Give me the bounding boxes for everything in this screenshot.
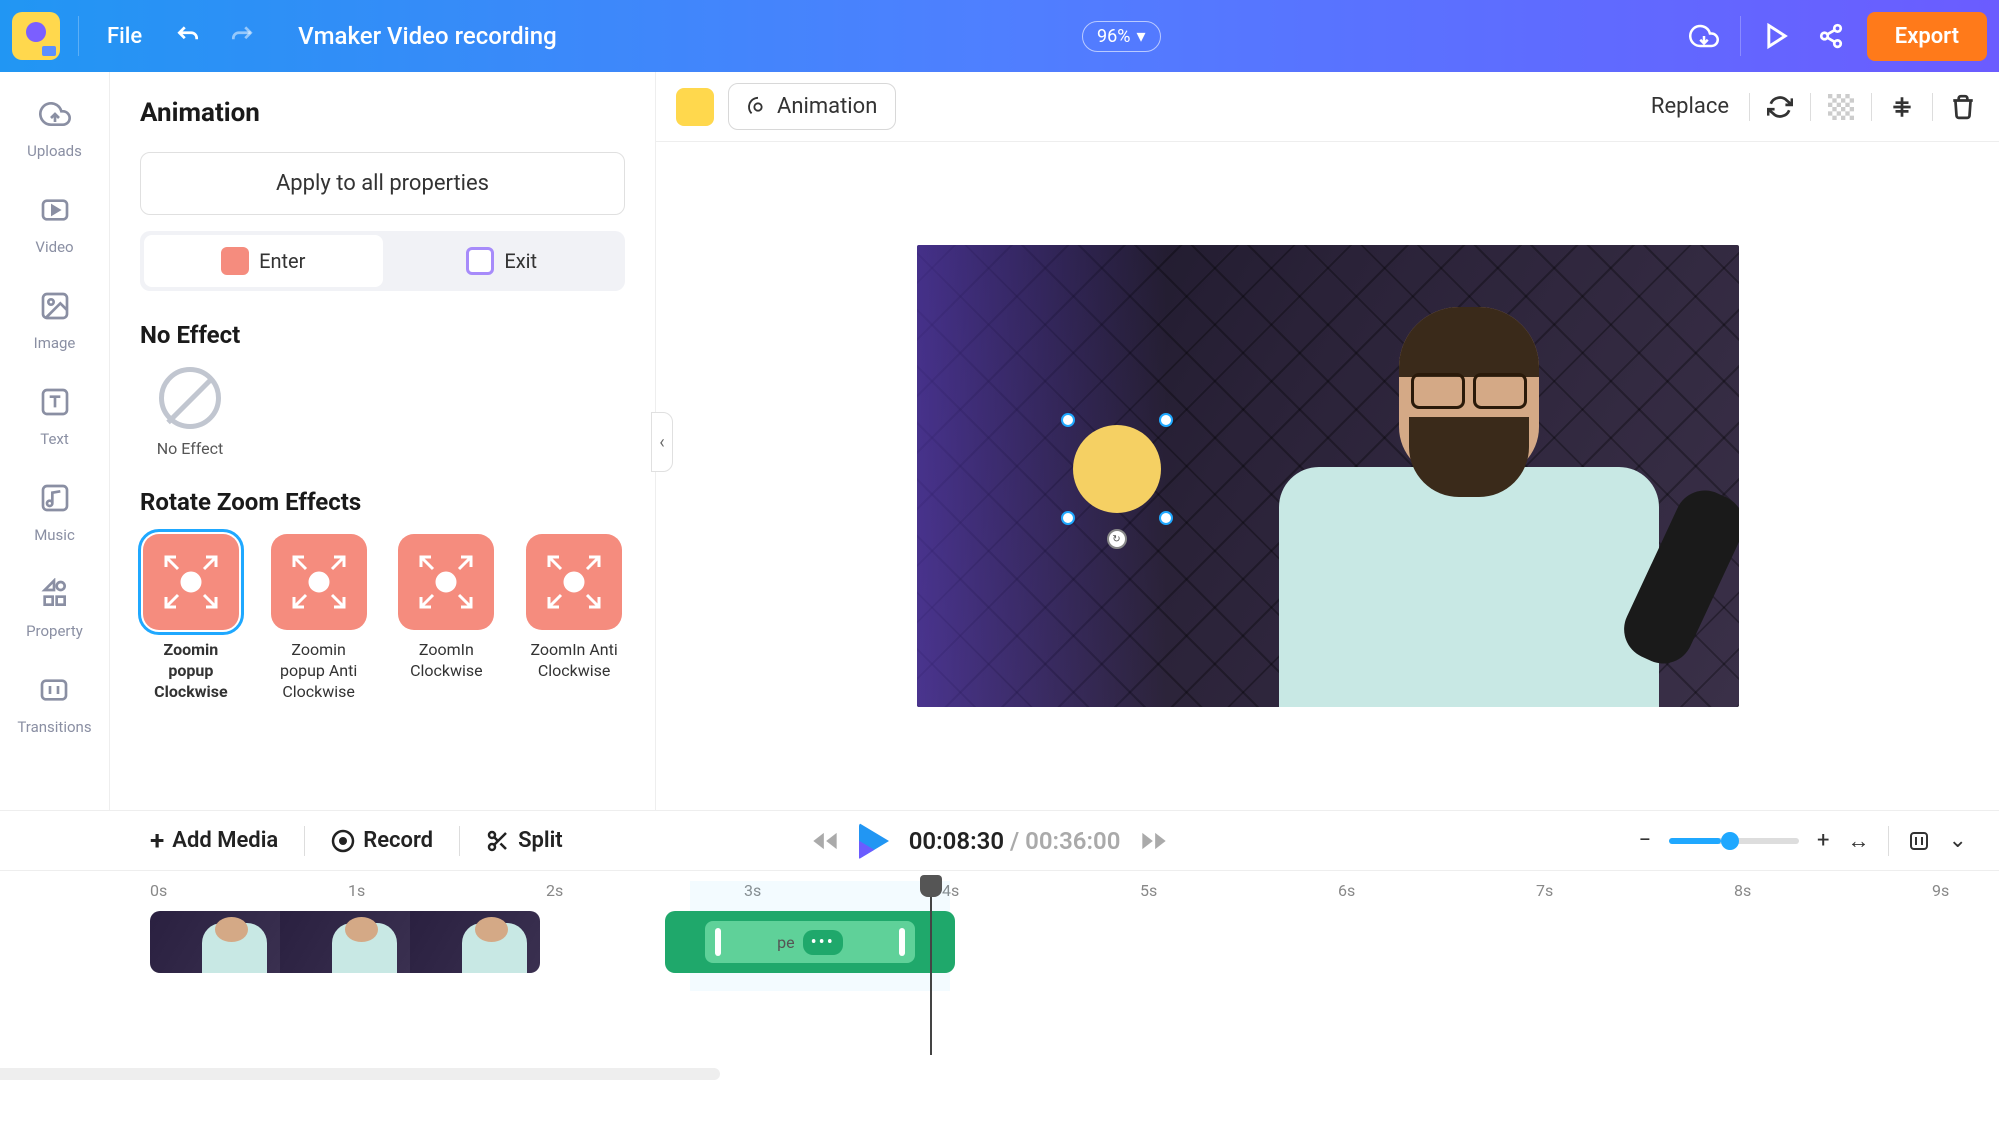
add-media-button[interactable]: + Add Media [150,826,278,856]
project-title[interactable]: Vmaker Video recording [298,22,557,50]
resize-handle-tr[interactable] [1159,413,1173,427]
skip-forward-icon[interactable] [1140,827,1168,855]
plus-icon: + [150,826,164,856]
split-button[interactable]: Split [486,828,563,853]
fill-color-swatch[interactable] [676,88,714,126]
timeline-settings-icon[interactable] [1907,829,1931,853]
no-effect-icon [159,367,221,429]
no-effect-option[interactable]: No Effect [140,367,240,458]
playhead[interactable] [930,875,932,1055]
enter-exit-toggle: Enter Exit [140,231,625,291]
chevron-down-icon[interactable]: ⌄ [1949,828,1967,853]
refresh-icon[interactable] [1764,91,1796,123]
canvas-area: Animation Replace [656,72,1999,810]
animation-panel: Animation Apply to all properties Enter … [110,72,656,810]
rotate-zoom-title: Rotate Zoom Effects [140,488,625,516]
playhead-grip[interactable] [920,875,942,897]
record-icon [331,829,355,853]
zoom-in-button[interactable]: + [1817,828,1829,853]
chevron-down-icon: ▾ [1136,26,1145,47]
nav-music[interactable]: Music [33,476,77,544]
effect-zoomin-popup-acw[interactable]: Zoomin popup Anti Clockwise [268,534,370,702]
apply-all-button[interactable]: Apply to all properties [140,152,625,215]
upload-icon [33,92,77,136]
enter-tab[interactable]: Enter [144,235,383,287]
effect-tile-icon [143,534,239,630]
nav-uploads[interactable]: Uploads [27,92,82,160]
redo-icon[interactable] [224,18,260,54]
time-ruler[interactable]: 0s 1s 2s 3s 4s 5s 6s 7s 8s 9s [150,881,1999,905]
transitions-icon [32,668,76,712]
resize-handle-bl[interactable] [1061,511,1075,525]
no-effect-title: No Effect [140,321,625,349]
video-icon [33,188,77,232]
effects-row: Zoomin popup Clockwise Zoomin popup Anti… [140,534,625,702]
file-menu[interactable]: File [97,18,152,55]
music-icon [33,476,77,520]
replace-button[interactable]: Replace [1645,88,1735,125]
animation-button[interactable]: Animation [728,83,896,130]
zoom-slider[interactable] [1669,838,1799,844]
align-icon[interactable] [1886,91,1918,123]
side-nav: Uploads Video Image Text Music Property … [0,72,110,810]
transparency-icon[interactable] [1825,91,1857,123]
nav-property[interactable]: Property [26,572,83,640]
text-icon [33,380,77,424]
video-preview[interactable]: ↻ [656,142,1999,810]
nav-transitions[interactable]: Transitions [17,668,91,736]
resize-handle-br[interactable] [1159,511,1173,525]
shape-clip[interactable]: pe ••• [665,911,955,973]
zoom-dropdown[interactable]: 96% ▾ [1082,21,1160,52]
exit-tab[interactable]: Exit [383,235,622,287]
effect-zoomin-popup-cw[interactable]: Zoomin popup Clockwise [140,534,242,702]
nav-image[interactable]: Image [33,284,77,352]
rotate-handle[interactable]: ↻ [1107,529,1127,549]
exit-icon [466,247,494,275]
clip-more-icon[interactable]: ••• [803,930,843,955]
selected-shape[interactable]: ↻ [1065,417,1169,521]
collapse-panel-button[interactable]: ‹ [651,412,673,472]
property-icon [32,572,76,616]
fit-width-icon[interactable]: ↔ [1848,828,1870,854]
export-button[interactable]: Export [1867,12,1987,61]
cloud-save-icon[interactable] [1686,18,1722,54]
app-header: File Vmaker Video recording 96% ▾ Export [0,0,1999,72]
record-button[interactable]: Record [331,828,433,853]
resize-handle-tl[interactable] [1061,413,1075,427]
zoom-out-button[interactable]: − [1638,828,1651,853]
zoom-slider-thumb[interactable] [1721,832,1739,850]
effect-zoomin-cw[interactable]: ZoomIn Clockwise [396,534,498,702]
timeline: 0s 1s 2s 3s 4s 5s 6s 7s 8s 9s pe ••• [0,870,1999,1090]
scissors-icon [486,829,510,853]
app-logo[interactable] [12,12,60,60]
effect-zoomin-acw[interactable]: ZoomIn Anti Clockwise [523,534,625,702]
share-icon[interactable] [1813,18,1849,54]
skip-back-icon[interactable] [811,827,839,855]
time-display: 00:08:30 / 00:36:00 [909,827,1121,855]
animation-icon [747,96,769,118]
video-clip[interactable] [150,911,540,973]
clip-handle-left[interactable] [715,928,721,956]
preview-icon[interactable] [1759,18,1795,54]
clip-handle-right[interactable] [899,928,905,956]
undo-icon[interactable] [170,18,206,54]
image-icon [33,284,77,328]
delete-icon[interactable] [1947,91,1979,123]
effect-tile-icon [398,534,494,630]
enter-icon [221,247,249,275]
tracks: pe ••• [150,911,1999,991]
effect-tile-icon [526,534,622,630]
chevron-left-icon: ‹ [659,432,664,453]
effect-tile-icon [271,534,367,630]
horizontal-scrollbar[interactable] [0,1068,720,1080]
canvas-toolbar: Animation Replace [656,72,1999,142]
nav-video[interactable]: Video [33,188,77,256]
nav-text[interactable]: Text [33,380,77,448]
panel-title: Animation [140,98,625,128]
timeline-toolbar: + Add Media Record Split 00:08:30 / 00:3… [0,810,1999,870]
play-button[interactable] [859,823,889,859]
